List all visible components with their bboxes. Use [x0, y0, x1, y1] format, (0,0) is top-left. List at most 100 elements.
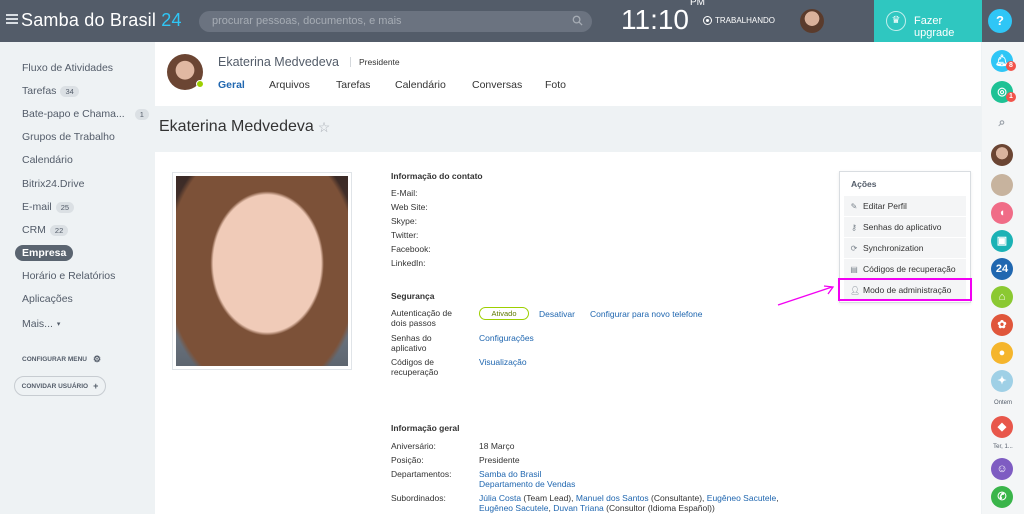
nav-item-email[interactable]: E-mail 25 — [22, 201, 75, 213]
recovery-view-link[interactable]: Visualização — [479, 357, 527, 367]
nav-item-more[interactable]: Mais... ▾ — [22, 318, 60, 330]
nav-item-chat[interactable]: Bate-papo e Chama... 1 — [22, 108, 149, 120]
tab-calendar[interactable]: Calendário — [395, 79, 446, 91]
group-chat-icon[interactable]: ● — [991, 342, 1013, 364]
nav-label: Tarefas — [22, 85, 57, 97]
subordinate-link[interactable]: Eugêneo Sacutele — [479, 503, 548, 513]
chat-counter: 1 — [1006, 92, 1016, 102]
synchronization-action[interactable]: ⟳ Synchronization — [844, 238, 966, 258]
twofa-disable-link[interactable]: Desativar — [539, 309, 575, 319]
highlight-box — [838, 278, 972, 301]
user-avatar[interactable] — [800, 9, 824, 33]
tab-photo[interactable]: Foto — [545, 79, 566, 91]
twofa-config-link[interactable]: Configurar para novo telefone — [590, 309, 702, 319]
phone-icon[interactable]: ✆ — [991, 486, 1013, 508]
left-menu: Fluxo de Atividades Tarefas 34 Bate-papo … — [0, 42, 155, 514]
brand-name: Samba do Brasil — [21, 10, 157, 30]
nav-item-activity[interactable]: Fluxo de Atividades — [22, 62, 113, 74]
portal-logo[interactable]: Samba do Brasil 24 — [21, 10, 182, 31]
subordinates-line: Eugêneo Sacutele, Duvan Triana (Consulto… — [479, 503, 715, 513]
notifications-counter: 8 — [1006, 61, 1016, 71]
nav-label: Bitrix24.Drive — [22, 178, 85, 190]
nav-item-timeman[interactable]: Horário e Relatórios — [22, 270, 115, 282]
tab-tasks[interactable]: Tarefas — [336, 79, 370, 91]
field-facebook: Facebook: — [391, 244, 431, 254]
action-label: Synchronization — [863, 243, 924, 253]
counter-badge: 34 — [60, 85, 79, 97]
group-chat-icon[interactable]: ◆ — [991, 416, 1013, 438]
subordinate-link[interactable]: Manuel dos Santos — [576, 493, 649, 503]
group-chat-icon[interactable]: ✦ — [991, 370, 1013, 392]
annotation-arrow — [777, 285, 835, 306]
nav-item-tasks[interactable]: Tarefas 34 — [22, 85, 79, 97]
upgrade-button[interactable]: ♛ Fazer upgrade — [874, 0, 982, 42]
app-passwords-label-line1: Senhas do — [391, 333, 432, 343]
general-section-title: Informação geral — [391, 423, 460, 433]
lock-icon[interactable]: ⌂ — [991, 286, 1013, 308]
clock-suffix: PM — [690, 0, 705, 8]
bell-icon[interactable]: 🔔︎ 8 — [991, 50, 1016, 72]
page-title-text: Ekaterina Medvedeva — [159, 118, 314, 135]
subordinate-link[interactable]: Eugêneo Sacutele — [707, 493, 776, 503]
subordinate-link[interactable]: Duvan Triana — [553, 503, 604, 513]
crown-icon: ♛ — [886, 11, 906, 31]
work-status[interactable]: TRABALHANDO — [703, 16, 775, 25]
nav-item-crm[interactable]: CRM 22 — [22, 224, 69, 236]
nav-item-calendar[interactable]: Calendário — [22, 154, 73, 166]
plus-icon: + — [93, 381, 99, 391]
nav-label: Bate-papo e Chama... — [22, 108, 125, 120]
profile-avatar[interactable] — [167, 54, 204, 90]
chat-icon[interactable]: ◎ 1 — [991, 81, 1016, 103]
nav-label: Fluxo de Atividades — [22, 62, 114, 74]
nav-label: Horário e Relatórios — [22, 270, 116, 282]
nav-item-drive[interactable]: Bitrix24.Drive — [22, 178, 84, 190]
app24-icon[interactable]: 24 — [991, 258, 1013, 280]
search-placeholder: procurar pessoas, documentos, e mais — [212, 15, 402, 27]
date-label: Ontem — [993, 400, 1012, 406]
photo-image — [176, 176, 348, 366]
invite-user-label: CONVIDAR USUÁRIO — [21, 382, 89, 390]
date-label: Ter, 1... — [993, 444, 1013, 450]
nav-item-company[interactable]: Empresa — [15, 245, 74, 261]
nav-item-workgroups[interactable]: Grupos de Trabalho — [22, 131, 115, 143]
tab-conversations[interactable]: Conversas — [472, 79, 522, 91]
search-box[interactable]: procurar pessoas, documentos, e mais — [199, 11, 592, 32]
clock[interactable]: 11:10PM — [621, 0, 705, 36]
search-icon[interactable]: ⌕ — [991, 111, 1013, 133]
tab-general[interactable]: Geral — [218, 79, 245, 91]
codes-icon: ▤ — [850, 264, 858, 274]
profile-photo[interactable] — [172, 172, 352, 370]
right-sidebar: 🔔︎ 8 ◎ 1 ⌕ ◖ ▣ 24 ⌂ ✿ ● ✦ Ontem ◆ Ter, 1..… — [982, 42, 1024, 514]
action-label: Códigos de recuperação — [863, 264, 956, 274]
chevron-down-icon: ▾ — [56, 321, 61, 328]
birthday-value: 18 Março — [479, 441, 515, 451]
subordinate-role: (Consultante), — [648, 493, 707, 503]
nav-item-apps[interactable]: Aplicações — [22, 293, 73, 305]
brand-number: 24 — [161, 10, 182, 30]
department-link[interactable]: Departamento de Vendas — [479, 479, 575, 489]
nav-label: Grupos de Trabalho — [22, 131, 115, 143]
nav-label: CRM — [22, 224, 46, 236]
recovery-codes-action[interactable]: ▤ Códigos de recuperação — [844, 259, 966, 279]
profile-role: Presidente — [350, 57, 400, 67]
department-link[interactable]: Samba do Brasil — [479, 469, 541, 479]
nav-label: E-mail — [22, 201, 52, 213]
app-passwords-action[interactable]: ⚷ Senhas do aplicativo — [844, 217, 966, 237]
clock-time: 11:10 — [621, 4, 689, 35]
help-button[interactable]: ? — [988, 9, 1012, 33]
invite-user-button[interactable]: CONVIDAR USUÁRIO + — [14, 376, 106, 396]
configure-menu-button[interactable]: CONFIGURAR MENU ⚙ — [22, 354, 101, 365]
app-passwords-link[interactable]: Configurações — [479, 333, 534, 343]
edit-profile-action[interactable]: ✎ Editar Perfil — [844, 196, 966, 216]
user-avatar[interactable]: ☺ — [991, 458, 1013, 480]
star-icon[interactable]: ☆ — [318, 119, 331, 136]
menu-icon[interactable] — [6, 14, 18, 24]
document-search-icon[interactable]: ▣ — [991, 230, 1013, 252]
tab-files[interactable]: Arquivos — [269, 79, 310, 91]
upgrade-label: Fazer upgrade — [914, 15, 955, 39]
contact-avatar[interactable] — [991, 144, 1013, 166]
subordinate-link[interactable]: Júlia Costa — [479, 493, 521, 503]
group-chat-icon[interactable]: ✿ — [991, 314, 1013, 336]
contact-avatar[interactable] — [991, 174, 1013, 196]
megaphone-icon[interactable]: ◖ — [991, 202, 1013, 224]
